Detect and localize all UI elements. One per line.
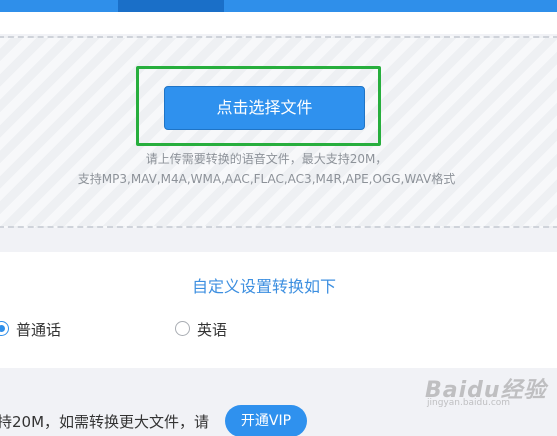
size-limit-notice: 持20M，如需转换更大文件，请 xyxy=(0,413,210,431)
upload-hint-formats: 支持MP3,MAV,M4A,WMA,AAC,FLAC,AC3,M4R,APE,O… xyxy=(77,172,456,186)
select-file-button[interactable]: 点击选择文件 xyxy=(164,86,365,130)
top-nav-bar xyxy=(0,0,557,12)
radio-english-label[interactable]: 英语 xyxy=(197,319,227,340)
upload-hint-size: 请上传需要转换的语音文件，最大支持20M， xyxy=(145,152,388,166)
radio-mandarin-label[interactable]: 普通话 xyxy=(16,319,61,340)
watermark-subtext: jingyan.baidu.com xyxy=(427,398,511,408)
baidu-jingyan-watermark: Baidu经验 jingyan.baidu.com xyxy=(425,372,557,412)
header-band xyxy=(0,12,557,34)
settings-title: 自定义设置转换如下 xyxy=(191,277,336,296)
settings-panel xyxy=(0,252,557,368)
top-nav-active-tab[interactable] xyxy=(118,0,224,12)
open-vip-button[interactable]: 开通VIP xyxy=(225,405,307,436)
radio-english[interactable] xyxy=(175,321,190,336)
